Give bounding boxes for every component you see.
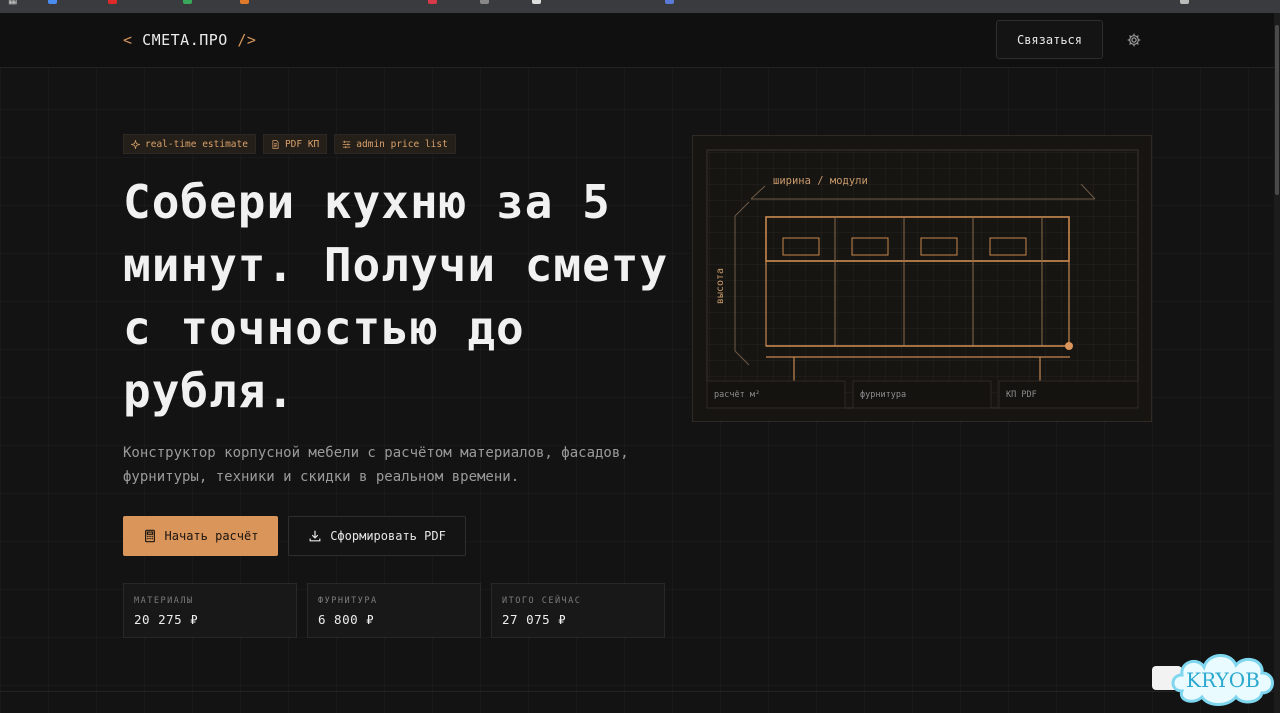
info-cell-label: КП PDF	[1006, 390, 1037, 400]
kryob-watermark-logo: KRYOB	[1171, 654, 1274, 706]
landing-page: < СМЕТА.ПРО /> Связаться real-time estim…	[0, 13, 1274, 713]
stat-label: ИТОГО СЕЙЧАС	[502, 596, 582, 606]
anchor-dot	[1065, 342, 1073, 350]
blueprint-frame	[706, 149, 1139, 409]
scrollbar-thumb[interactable]	[1275, 25, 1279, 195]
stat-value: 27 075 ₽	[502, 612, 567, 627]
page-scrollbar[interactable]	[1274, 13, 1280, 713]
browser-bookmarks-bar: ▦	[0, 0, 1280, 13]
bookmark-item[interactable]	[240, 0, 249, 4]
section-divider	[0, 691, 1274, 692]
tag-admin: admin price list	[334, 134, 456, 154]
tag-label: real-time estimate	[145, 138, 248, 150]
stat-label: ФУРНИТУРА	[318, 596, 378, 606]
generate-pdf-label: Сформировать PDF	[330, 529, 446, 543]
stat-total: ИТОГО СЕЙЧАС 27 075 ₽	[491, 583, 665, 638]
sparkle-icon	[131, 139, 140, 149]
start-calculation-button[interactable]: Начать расчёт	[123, 516, 278, 556]
kitchen-blueprint-drawing: ширина / модули высота	[706, 149, 1139, 409]
stat-hardware: ФУРНИТУРА 6 800 ₽	[307, 583, 481, 638]
info-cell-label: расчёт м²	[714, 390, 761, 400]
stat-value: 20 275 ₽	[134, 612, 199, 627]
bookmark-item[interactable]	[108, 0, 117, 4]
logo-text: СМЕТА.ПРО	[142, 31, 228, 49]
tag-realtime: real-time estimate	[123, 134, 256, 154]
hero-subtitle: Конструктор корпусной мебели с расчётом …	[123, 445, 629, 485]
calculator-icon	[144, 529, 155, 543]
bookmark-item[interactable]	[532, 0, 541, 4]
tag-label: admin price list	[356, 138, 448, 150]
download-icon	[309, 530, 321, 542]
logo-bracket-close: />	[237, 31, 257, 49]
stat-materials: МАТЕРИАЛЫ 20 275 ₽	[123, 583, 297, 638]
bookmark-item[interactable]	[183, 0, 192, 4]
stat-value: 6 800 ₽	[318, 612, 375, 627]
width-label: ширина / модули	[773, 175, 868, 187]
tag-label: PDF КП	[284, 138, 320, 150]
bookmark-item[interactable]	[48, 0, 57, 4]
list-icon	[343, 140, 351, 148]
bookmark-item[interactable]	[1180, 0, 1189, 4]
hero-title: Собери кухню за 5 минут. Получи смету с …	[123, 175, 669, 418]
tag-pdf: PDF КП	[262, 134, 328, 154]
contact-button[interactable]: Связаться	[996, 20, 1103, 59]
start-calculation-label: Начать расчёт	[164, 529, 259, 543]
bookmark-item[interactable]	[480, 0, 489, 4]
bookmark-item[interactable]	[665, 0, 674, 4]
site-logo[interactable]: < СМЕТА.ПРО />	[123, 31, 256, 49]
info-cell-label: фурнитура	[860, 390, 907, 400]
kitchen-preview: ширина / модули высота расчёт м² фурниту…	[692, 135, 1152, 422]
gear-icon[interactable]	[1126, 32, 1142, 48]
apps-icon[interactable]: ▦	[8, 0, 17, 6]
height-label: высота	[715, 268, 726, 304]
stat-label: МАТЕРИАЛЫ	[134, 596, 194, 606]
feature-tags: real-time estimate PDF КП admin price li…	[123, 134, 456, 154]
bookmark-item[interactable]	[428, 0, 437, 4]
logo-bracket-open: <	[123, 31, 133, 49]
watermark-text: KRYOB	[1186, 668, 1260, 692]
generate-pdf-button[interactable]: Сформировать PDF	[288, 516, 466, 556]
document-icon	[272, 139, 279, 149]
site-header: < СМЕТА.ПРО /> Связаться	[0, 13, 1274, 68]
